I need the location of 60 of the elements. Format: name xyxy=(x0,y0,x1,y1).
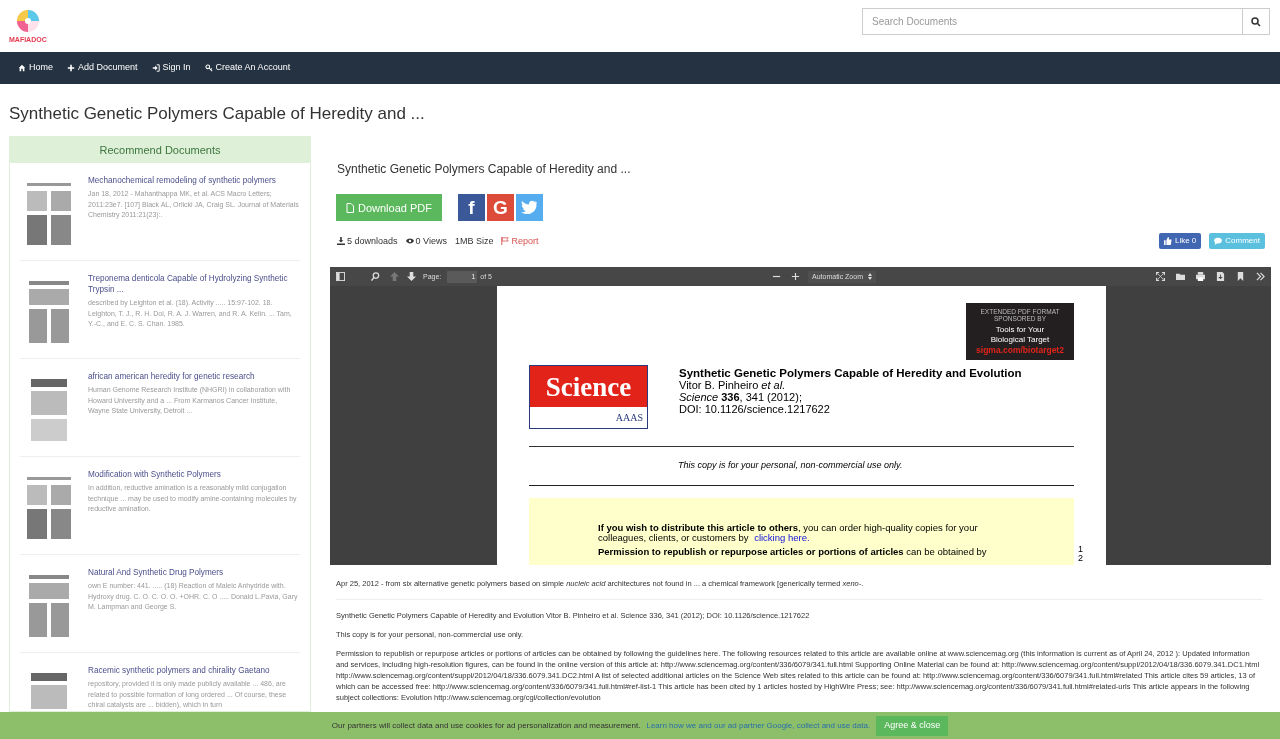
article-citation: Science 336, 341 (2012); xyxy=(679,391,803,404)
cookie-text: Our partners will collect data and use cookies for ad personalization and measurement. xyxy=(331,719,641,732)
updown-caret-icon xyxy=(868,273,872,281)
nav-link[interactable]: Home xyxy=(18,61,53,75)
search-button[interactable] xyxy=(1243,8,1270,35)
bird-icon xyxy=(520,200,539,216)
margin-text: 12 xyxy=(1078,545,1084,564)
report-link[interactable]: Report xyxy=(501,234,539,248)
folder-icon[interactable] xyxy=(1176,272,1185,282)
flag-icon xyxy=(501,237,510,246)
distribution-notice: If you wish to distribute this article to others, you can order high-quality copies for your colleagues, clients, or customers by clicking here. xyxy=(598,522,979,543)
search-icon[interactable] xyxy=(371,272,380,282)
page-title: Synthetic Genetic Polymers Capable of Heredity and ... xyxy=(8,103,426,125)
publisher-mark: AAAS xyxy=(614,411,644,426)
down-arrow-icon[interactable] xyxy=(407,272,416,282)
logo-wordmark: Science xyxy=(530,366,647,408)
save-icon[interactable] xyxy=(1216,272,1225,282)
sponsor-text: Biological Target xyxy=(990,335,1050,346)
share-button[interactable]: G xyxy=(487,194,514,222)
document-link[interactable]: Natural And Synthetic Drug Polymers xyxy=(88,567,300,579)
download-icon xyxy=(337,237,345,246)
key-icon xyxy=(204,64,213,72)
sponsor-text: Tools for Your xyxy=(995,325,1045,336)
print-icon[interactable] xyxy=(1196,272,1205,282)
article-title: Synthetic Genetic Polymers Capable of Heredity and Evolution xyxy=(679,367,1022,380)
nav-link[interactable]: Create An Account xyxy=(204,61,291,75)
sidebar-heading: Recommend Documents xyxy=(10,137,310,164)
document-link[interactable]: african american heredity for genetic research xyxy=(88,371,300,383)
stat-label: 0 Views xyxy=(405,234,447,248)
nav-link[interactable]: Sign In xyxy=(151,61,191,75)
document-link[interactable]: Mechanochemical remodeling of synthetic polymers xyxy=(88,175,300,187)
usage-notice: This copy is for your personal, non-commercial use only. xyxy=(677,459,904,473)
permission-notice: Permission to republish or repurpose articles or portions of articles can be obtained by xyxy=(598,546,988,557)
document-icon xyxy=(346,202,354,213)
document-link[interactable]: Modification with Synthetic Polymers xyxy=(88,469,300,481)
stat-label: 1MB Size xyxy=(454,234,494,248)
speech-bubble-icon xyxy=(1214,237,1223,246)
document-title: Synthetic Genetic Polymers Capable of Heredity and ... xyxy=(336,161,632,179)
double-chevron-icon[interactable] xyxy=(1256,272,1265,282)
search-icon xyxy=(1251,16,1261,27)
article-doi: DOI: 10.1126/science.1217622 xyxy=(679,403,831,416)
document-link[interactable]: Racemic synthetic polymers and chirality Gaetano xyxy=(88,665,300,677)
home-icon xyxy=(18,64,26,72)
article-authors: Vitor B. Pinheiro et al. xyxy=(679,379,787,392)
stat-label: 5 downloads xyxy=(337,234,398,248)
search-field[interactable]: Search Documents xyxy=(862,8,1243,35)
document-link[interactable]: Treponema denticola Capable of Hydrolyzing Synthetic Trypsin ... xyxy=(88,273,300,296)
plus-icon xyxy=(67,64,75,72)
thumbs-up-icon xyxy=(1163,237,1172,246)
clicking-here-link[interactable]: clicking here. xyxy=(754,531,810,543)
sponsor-link[interactable]: sigma.com/biotarget2 xyxy=(976,345,1064,356)
fullscreen-icon[interactable] xyxy=(1156,272,1165,282)
plus-icon[interactable] xyxy=(791,272,800,282)
eye-icon xyxy=(405,237,414,246)
nav-link[interactable]: Add Document xyxy=(67,61,138,75)
like-button[interactable]: Like 0 xyxy=(1158,233,1202,250)
sign-in-icon xyxy=(151,64,160,72)
bookmark-icon[interactable] xyxy=(1236,272,1245,282)
share-button[interactable]: f xyxy=(458,194,485,222)
sidebar-toggle-icon[interactable] xyxy=(336,272,345,282)
